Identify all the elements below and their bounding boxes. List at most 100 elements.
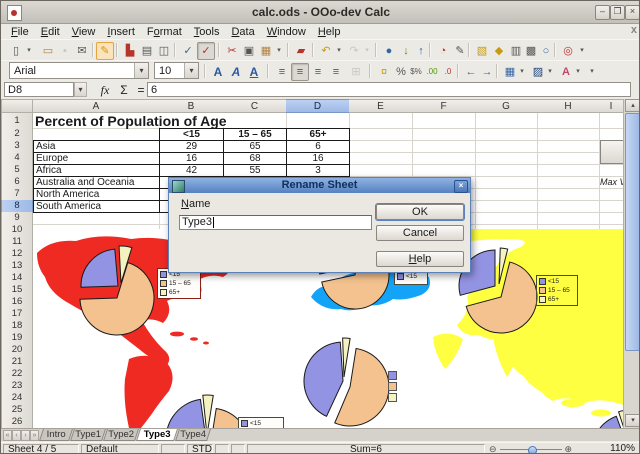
- navigator-icon[interactable]: ◆: [490, 42, 508, 60]
- close-document-icon[interactable]: x: [631, 24, 637, 36]
- menu-data[interactable]: Data: [225, 26, 260, 38]
- chevron-down-icon[interactable]: ▾: [134, 63, 148, 78]
- close-button[interactable]: ×: [625, 5, 640, 20]
- column-header-a[interactable]: A: [33, 99, 160, 113]
- currency-icon[interactable]: ¤: [375, 63, 393, 81]
- vertical-scrollbar[interactable]: ▴ ▾: [623, 99, 640, 428]
- column-header-d[interactable]: D: [286, 99, 350, 113]
- select-all-corner[interactable]: [1, 99, 33, 113]
- scroll-down-icon[interactable]: ▾: [625, 414, 640, 427]
- borders-dropdown-icon[interactable]: ▾: [517, 63, 527, 81]
- bold-button[interactable]: A: [209, 63, 227, 81]
- scroll-up-icon[interactable]: ▴: [625, 99, 640, 112]
- draw-functions-icon[interactable]: ✎: [451, 42, 469, 60]
- redo-dropdown-icon[interactable]: ▾: [362, 42, 372, 60]
- last-sheet-icon[interactable]: »: [30, 430, 39, 441]
- column-header-g[interactable]: G: [475, 99, 538, 113]
- next-sheet-icon[interactable]: ›: [21, 430, 30, 441]
- column-header-h[interactable]: H: [537, 99, 600, 113]
- menu-window[interactable]: Window: [261, 26, 312, 38]
- delete-decimal-icon[interactable]: .0: [439, 63, 457, 81]
- previous-sheet-icon[interactable]: ‹: [12, 430, 21, 441]
- menu-view[interactable]: View: [66, 26, 102, 38]
- cell-region-name[interactable]: South America: [33, 200, 160, 213]
- copy-icon[interactable]: ▣: [240, 42, 258, 60]
- menu-format[interactable]: Format: [141, 26, 188, 38]
- chevron-down-icon[interactable]: ▾: [184, 63, 198, 78]
- align-right-icon[interactable]: ≡: [309, 63, 327, 81]
- column-header-i[interactable]: I: [599, 99, 624, 113]
- menu-insert[interactable]: Insert: [101, 26, 141, 38]
- page-preview-icon[interactable]: ◫: [155, 42, 173, 60]
- font-color-dropdown-icon[interactable]: ▾: [573, 63, 583, 81]
- export-pdf-icon[interactable]: ▙: [121, 42, 139, 60]
- formula-input[interactable]: 6: [147, 82, 631, 97]
- sum-field[interactable]: Sum=6: [247, 444, 485, 454]
- print-icon[interactable]: ▤: [138, 42, 156, 60]
- row-header-1[interactable]: 1: [1, 113, 33, 129]
- column-header-b[interactable]: B: [159, 99, 224, 113]
- vertical-scroll-thumb[interactable]: [625, 113, 640, 351]
- menu-tools[interactable]: Tools: [188, 26, 226, 38]
- cell-value[interactable]: 55: [223, 164, 287, 177]
- save-icon[interactable]: ▪: [56, 42, 74, 60]
- sheet-tab-intro[interactable]: Intro: [39, 429, 73, 441]
- font-size-combo[interactable]: 10 ▾: [154, 62, 199, 79]
- zoom-track[interactable]: [500, 449, 562, 450]
- menu-file[interactable]: File: [5, 26, 35, 38]
- sheet-name-input[interactable]: Type3: [179, 215, 372, 230]
- align-justify-icon[interactable]: ≡: [327, 63, 345, 81]
- zoom-knob[interactable]: [528, 446, 537, 454]
- background-color-dropdown-icon[interactable]: ▾: [545, 63, 555, 81]
- sheet-tab-type4[interactable]: Type4: [175, 429, 211, 441]
- ok-button[interactable]: OK: [376, 204, 464, 220]
- cut-icon[interactable]: ✂: [223, 42, 241, 60]
- zoom-out-icon[interactable]: ⊖: [489, 444, 497, 454]
- menu-help[interactable]: Help: [312, 26, 347, 38]
- paste-dropdown-icon[interactable]: ▾: [274, 42, 284, 60]
- undo-dropdown-icon[interactable]: ▾: [334, 42, 344, 60]
- align-center-icon[interactable]: ≡: [291, 63, 309, 81]
- menu-edit[interactable]: Edit: [35, 26, 66, 38]
- increase-indent-icon[interactable]: →: [478, 63, 496, 81]
- auto-spellcheck-icon[interactable]: ✓: [197, 42, 215, 60]
- column-header-f[interactable]: F: [412, 99, 476, 113]
- align-left-icon[interactable]: ≡: [273, 63, 291, 81]
- chevron-down-icon[interactable]: ▾: [74, 82, 87, 97]
- column-header-c[interactable]: C: [223, 99, 287, 113]
- zoom-in-icon[interactable]: ⊕: [565, 444, 573, 454]
- page-style-field[interactable]: Default: [81, 444, 159, 454]
- function-wizard-icon[interactable]: fx: [97, 82, 113, 98]
- format-paintbrush-icon[interactable]: ▰: [292, 42, 310, 60]
- open-icon[interactable]: ▭: [39, 42, 57, 60]
- underline-button[interactable]: A: [245, 63, 263, 81]
- insert-chart-icon[interactable]: ◔: [434, 42, 452, 60]
- toolbar-overflow-icon[interactable]: ▾: [587, 63, 597, 81]
- toolbar-overflow-icon[interactable]: ▾: [577, 42, 587, 60]
- hyperlink-icon[interactable]: ●: [380, 42, 398, 60]
- zoom-level-field[interactable]: 110%: [587, 444, 639, 454]
- new-document-icon[interactable]: ▯: [7, 42, 25, 60]
- edit-file-icon[interactable]: ✎: [96, 42, 114, 60]
- sheet-tab-type3[interactable]: Type3: [136, 429, 178, 441]
- help-button[interactable]: Help: [376, 251, 464, 267]
- merge-cells-icon[interactable]: ⊞: [347, 63, 365, 81]
- cell-value[interactable]: 3: [286, 164, 350, 177]
- redo-icon[interactable]: ↷: [345, 42, 363, 60]
- italic-button[interactable]: A: [227, 63, 245, 81]
- cancel-button[interactable]: Cancel: [376, 225, 464, 241]
- cell-a1-title[interactable]: Percent of Population of Age: [35, 113, 230, 127]
- font-name-combo[interactable]: Arial ▾: [9, 62, 149, 79]
- dialog-close-icon[interactable]: ×: [454, 180, 468, 193]
- sheet-tab-type2[interactable]: Type2: [103, 429, 139, 441]
- column-header-e[interactable]: E: [349, 99, 413, 113]
- first-sheet-icon[interactable]: «: [3, 430, 12, 441]
- sort-descending-icon[interactable]: ↑: [412, 42, 430, 60]
- undo-icon[interactable]: ↶: [317, 42, 335, 60]
- spellcheck-icon[interactable]: ✓: [179, 42, 197, 60]
- zoom-slider[interactable]: ⊖ ⊕: [489, 444, 572, 454]
- selection-mode-field[interactable]: STD: [187, 444, 213, 454]
- help-icon[interactable]: ◎: [559, 42, 577, 60]
- email-icon[interactable]: ✉: [73, 42, 91, 60]
- zoom-icon[interactable]: ○: [537, 42, 555, 60]
